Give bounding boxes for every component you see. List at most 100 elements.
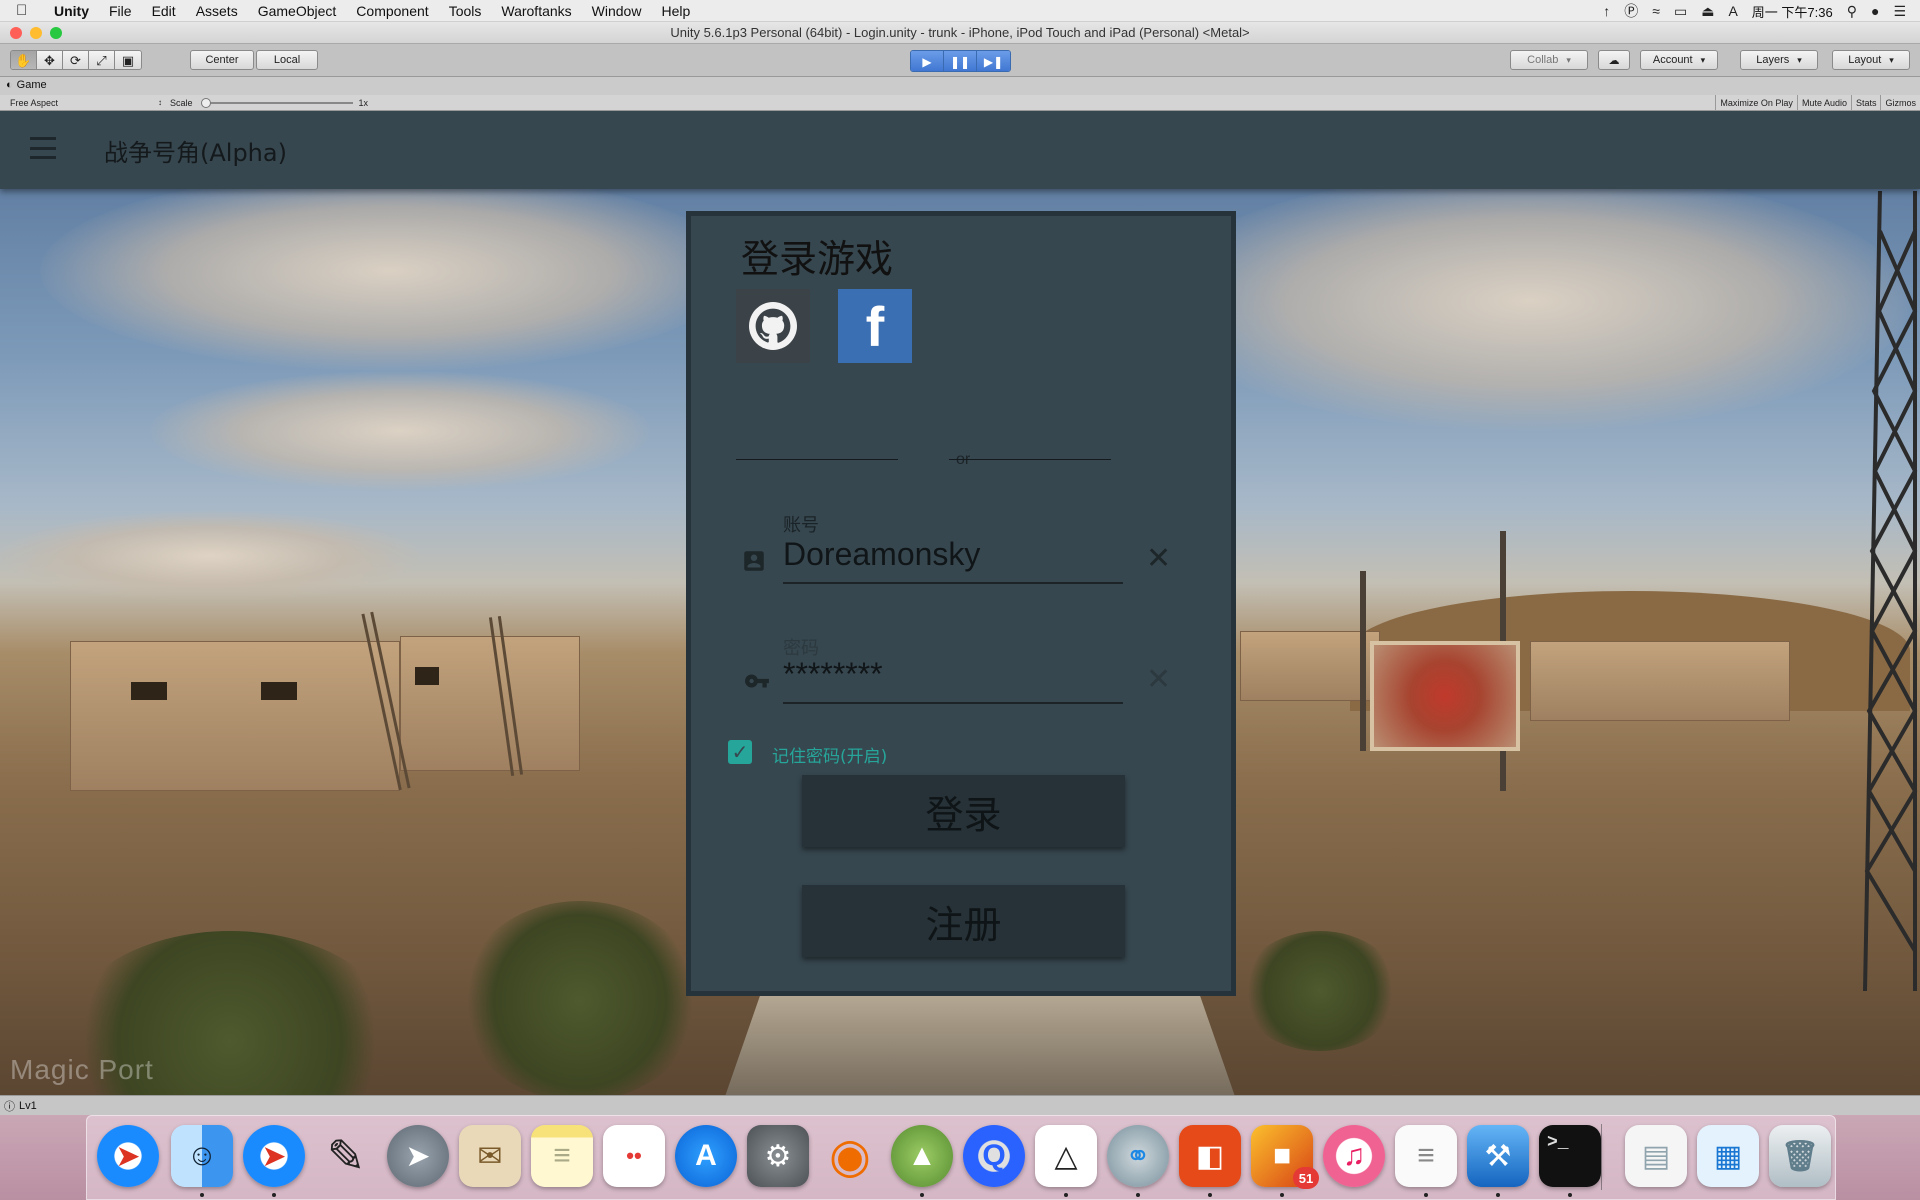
aspect-dropdown[interactable]: Free Aspect — [10, 98, 162, 108]
macos-menubar:  Unity File Edit Assets GameObject Comp… — [0, 0, 1920, 22]
collab-dropdown[interactable]: Collab — [1510, 50, 1588, 70]
menu-component[interactable]: Component — [356, 3, 428, 19]
menu-assets[interactable]: Assets — [196, 3, 238, 19]
rotate-tool-icon[interactable]: ⟳ — [63, 51, 89, 69]
preview-icon[interactable]: ▦ — [1697, 1125, 1759, 1187]
terminal-icon[interactable]: >_ — [1539, 1125, 1601, 1187]
trash-icon[interactable]: 🗑 — [1769, 1125, 1831, 1187]
spotlight-search-icon[interactable]: ⚲ — [1847, 3, 1857, 20]
hand-tool-icon[interactable]: ✋ — [11, 51, 37, 69]
safari-icon[interactable]: ➤ — [243, 1125, 305, 1187]
account-dropdown[interactable]: Account — [1640, 50, 1718, 70]
play-icon[interactable]: ▶ — [911, 51, 944, 71]
move-tool-icon[interactable]: ✥ — [37, 51, 63, 69]
itunes-icon[interactable]: ♫ — [1323, 1125, 1385, 1187]
step-icon[interactable]: ▶❚ — [977, 51, 1010, 71]
running-indicator — [1424, 1193, 1428, 1197]
facebook-icon: f — [865, 294, 885, 358]
running-indicator — [1496, 1193, 1500, 1197]
login-button[interactable]: 登录 — [802, 775, 1125, 847]
clear-account-icon[interactable]: ✕ — [1146, 541, 1171, 576]
running-indicator — [200, 1193, 204, 1197]
github-icon — [749, 302, 797, 350]
minimize-window-icon[interactable] — [30, 27, 42, 39]
scale-slider[interactable] — [200, 98, 353, 108]
screen-share-icon[interactable]: ◧ — [1179, 1125, 1241, 1187]
stats-button[interactable]: Stats — [1850, 95, 1881, 111]
facebook-login-button[interactable]: f — [838, 289, 912, 363]
upload-arrow-icon[interactable]: ↑ — [1603, 3, 1610, 19]
system-preferences-icon[interactable]: ⚙ — [747, 1125, 809, 1187]
launchpad-icon[interactable]: ➤ — [387, 1125, 449, 1187]
running-indicator — [1064, 1193, 1068, 1197]
finder-icon[interactable]: ☺ — [171, 1125, 233, 1187]
cloud — [0, 511, 420, 601]
airplay-icon[interactable]: ▭ — [1674, 3, 1687, 20]
package-icon[interactable]: ■ 51 — [1251, 1125, 1319, 1189]
status-message[interactable]: Lv1 — [19, 1100, 37, 1112]
menu-help[interactable]: Help — [661, 3, 690, 19]
siri-icon[interactable]: ● — [1871, 3, 1879, 19]
layers-dropdown[interactable]: Layers — [1740, 50, 1818, 70]
github-login-button[interactable] — [736, 289, 810, 363]
wifi-icon[interactable]: ≈ — [1652, 3, 1660, 19]
menu-app-unity[interactable]: Unity — [54, 3, 89, 19]
billboard — [1370, 641, 1520, 751]
divider-left — [736, 459, 898, 460]
pause-icon[interactable]: ❚❚ — [944, 51, 977, 71]
mute-audio-button[interactable]: Mute Audio — [1796, 95, 1851, 111]
register-button[interactable]: 注册 — [802, 885, 1125, 957]
shrub — [460, 901, 700, 1095]
android-studio-icon[interactable]: ▲ — [891, 1125, 953, 1187]
menu-gameobject[interactable]: GameObject — [258, 3, 337, 19]
mail-icon[interactable]: ✉ — [459, 1125, 521, 1187]
notes-icon[interactable]: ≡ — [531, 1125, 593, 1187]
maximize-on-play-button[interactable]: Maximize On Play — [1715, 95, 1797, 111]
cloud-button[interactable]: ☁ — [1598, 50, 1630, 70]
menu-window[interactable]: Window — [592, 3, 642, 19]
menubar-clock[interactable]: 周一 下午7:36 — [1752, 2, 1833, 21]
remote-desktop-icon[interactable]: ⚭ — [1107, 1125, 1169, 1187]
pencil-icon[interactable]: ✎ — [315, 1125, 377, 1187]
zoom-window-icon[interactable] — [50, 27, 62, 39]
reminders-icon[interactable]: •• — [603, 1125, 665, 1187]
eject-icon[interactable]: ⏏ — [1701, 3, 1714, 20]
safari-icon[interactable]: ➤ — [97, 1125, 159, 1187]
blender-icon[interactable]: ◉ — [819, 1125, 881, 1187]
quicktime-icon[interactable]: Q — [963, 1125, 1025, 1187]
scale-tool-icon[interactable]: ⤢ — [89, 51, 115, 69]
notification-center-icon[interactable]: ☰ — [1893, 3, 1906, 20]
game-view-options: Maximize On Play Mute Audio Stats Gizmos — [1715, 95, 1920, 111]
remember-password-checkbox[interactable]: ✓ — [728, 740, 752, 764]
app-store-icon[interactable]: A — [675, 1125, 737, 1187]
info-icon: ⓘ — [4, 1100, 15, 1113]
utility-pole — [1360, 571, 1366, 751]
account-input[interactable]: Doreamonsky — [783, 536, 1123, 584]
apple-menu-icon[interactable]:  — [16, 2, 40, 19]
menu-file[interactable]: File — [109, 3, 132, 19]
pivot-center-button[interactable]: Center — [190, 50, 254, 70]
textedit-icon[interactable]: ≡ — [1395, 1125, 1457, 1187]
status-d-icon[interactable]: Ⓟ — [1624, 1, 1638, 21]
remember-password-label[interactable]: 记住密码(开启) — [772, 742, 887, 767]
gizmos-button[interactable]: Gizmos — [1880, 95, 1920, 111]
close-window-icon[interactable] — [10, 27, 22, 39]
menu-edit[interactable]: Edit — [152, 3, 176, 19]
tab-game[interactable]: ◐ Game — [6, 79, 47, 91]
hamburger-menu-icon[interactable] — [30, 137, 56, 159]
input-method-icon[interactable]: A — [1728, 3, 1737, 19]
pivot-center-label: Center — [205, 54, 239, 66]
scale-label: Scale — [170, 98, 193, 108]
pivot-local-button[interactable]: Local — [256, 50, 318, 70]
menu-waroftanks[interactable]: Waroftanks — [501, 3, 571, 19]
game-tab-icon: ◐ — [6, 79, 13, 91]
layout-dropdown[interactable]: Layout — [1832, 50, 1910, 70]
menu-tools[interactable]: Tools — [449, 3, 482, 19]
unity-icon[interactable]: △ — [1035, 1125, 1097, 1187]
game-view[interactable]: 战争号角(Alpha) 登录游戏 f or 账号 Doreamonsky ✕ 密… — [0, 111, 1920, 1095]
xcode-icon[interactable]: ⚒ — [1467, 1125, 1529, 1187]
documents-icon[interactable]: ▤ — [1625, 1125, 1687, 1187]
password-input[interactable]: ******** — [783, 656, 1123, 704]
rect-tool-icon[interactable]: ▣ — [115, 51, 141, 69]
clear-password-icon[interactable]: ✕ — [1146, 662, 1171, 697]
